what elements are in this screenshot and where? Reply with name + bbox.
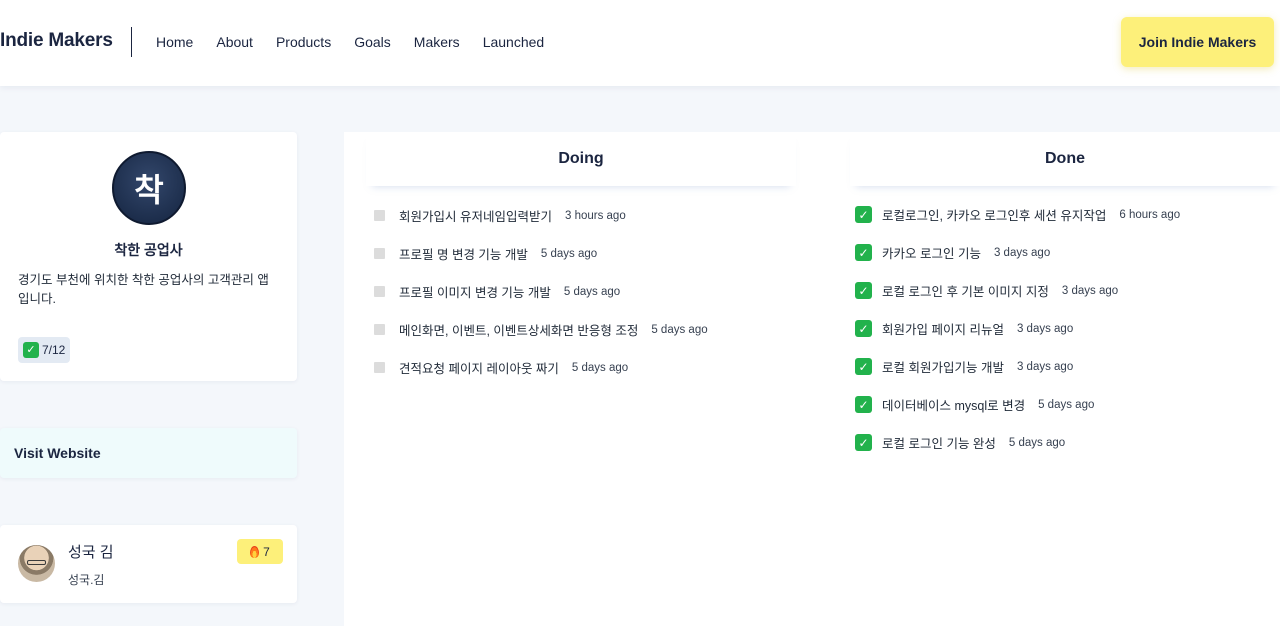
done-column-header: Done [850,132,1280,186]
product-description: 경기도 부천에 위치한 착한 공업사의 고객관리 앱입니다. [18,273,269,306]
doing-column-header: Doing [366,132,796,186]
visit-website-button[interactable]: Visit Website [0,428,297,478]
task-text: 로컬 로그인 기능 완성 [882,437,996,451]
done-task[interactable]: ✓ 회원가입 페이지 리뉴얼 3 days ago [855,319,1073,338]
streak-count: 7 [263,544,270,559]
brand-divider [131,27,132,57]
task-text: 프로필 이미지 변경 기능 개발 [399,286,551,300]
nav-home[interactable]: Home [156,34,193,50]
nav-goals[interactable]: Goals [354,34,391,50]
brand-logo[interactable]: Indie Makers [0,30,113,52]
task-time: 3 days ago [993,246,1051,259]
fire-icon [250,545,260,558]
progress-badge: ✓ 7/12 [18,337,71,363]
nav-about[interactable]: About [216,34,253,50]
progress-count: 7/12 [42,343,66,357]
tasks-panel: Doing Done 회원가입시 유저네임입력받기 3 hours ago 프로… [344,132,1280,626]
main-nav: Home About Products Goals Makers Launche… [156,34,567,50]
check-icon: ✓ [855,358,872,375]
task-text: 회원가입 페이지 리뉴얼 [882,323,1004,337]
task-time: 5 days ago [1008,436,1066,449]
unchecked-box-icon [374,286,385,297]
unchecked-box-icon [374,362,385,373]
task-text: 프로필 명 변경 기능 개발 [399,248,528,262]
done-column-footer [850,606,1280,610]
done-task[interactable]: ✓ 로컬 로그인 후 기본 이미지 지정 3 days ago [855,281,1118,300]
check-icon: ✓ [855,396,872,413]
maker-handle: 성국.김 [68,573,105,587]
task-text: 로컬 로그인 후 기본 이미지 지정 [882,285,1049,299]
done-task[interactable]: ✓ 로컬로그인, 카카오 로그인후 세션 유지작업 6 hours ago [855,205,1180,224]
nav-makers[interactable]: Makers [414,34,460,50]
task-time: 5 days ago [1038,398,1095,411]
task-time: 3 hours ago [564,209,626,222]
done-task[interactable]: ✓ 로컬 로그인 기능 완성 5 days ago [855,433,1065,452]
task-time: 5 days ago [540,247,598,260]
top-navbar: Indie Makers Home About Products Goals M… [0,0,1280,86]
nav-products[interactable]: Products [276,34,331,50]
doing-task[interactable]: 프로필 명 변경 기능 개발 5 days ago [374,244,597,263]
done-task[interactable]: ✓ 로컬 회원가입기능 개발 3 days ago [855,357,1073,376]
task-text: 메인화면, 이벤트, 이벤트상세화면 반응형 조정 [399,324,639,338]
maker-card[interactable]: 성국 김 성국.김 7 [0,525,297,603]
doing-task[interactable]: 회원가입시 유저네임입력받기 3 hours ago [374,206,626,225]
doing-task[interactable]: 프로필 이미지 변경 기능 개발 5 days ago [374,282,620,301]
check-icon: ✓ [855,320,872,337]
task-text: 회원가입시 유저네임입력받기 [399,210,552,224]
done-task[interactable]: ✓ 데이터베이스 mysql로 변경 5 days ago [855,395,1094,414]
task-text: 견적요청 페이지 레이아웃 짜기 [399,362,559,376]
task-time: 3 days ago [1061,284,1119,297]
check-icon: ✓ [23,342,39,358]
maker-name[interactable]: 성국 김 [68,541,114,562]
task-text: 데이터베이스 mysql로 변경 [882,399,1026,413]
maker-avatar[interactable] [18,545,55,582]
check-icon: ✓ [855,244,872,261]
task-text: 카카오 로그인 기능 [882,247,981,261]
doing-task[interactable]: 견적요청 페이지 레이아웃 짜기 5 days ago [374,358,628,377]
check-icon: ✓ [855,282,872,299]
visit-website-label: Visit Website [14,445,101,461]
doing-task[interactable]: 메인화면, 이벤트, 이벤트상세화면 반응형 조정 5 days ago [374,320,708,339]
task-time: 3 days ago [1016,322,1074,335]
avatar-glasses-icon [27,560,46,565]
streak-badge: 7 [237,539,283,564]
join-button[interactable]: Join Indie Makers [1121,17,1274,67]
task-text: 로컬로그인, 카카오 로그인후 세션 유지작업 [882,209,1107,223]
doing-column-footer [366,606,796,610]
check-icon: ✓ [855,206,872,223]
unchecked-box-icon [374,324,385,335]
product-name: 착한 공업사 [114,242,183,258]
product-card: 착 착한 공업사 경기도 부천에 위치한 착한 공업사의 고객관리 앱입니다. … [0,132,297,381]
product-logo: 착 [112,151,186,225]
task-time: 5 days ago [651,323,708,336]
unchecked-box-icon [374,210,385,221]
done-task[interactable]: ✓ 카카오 로그인 기능 3 days ago [855,243,1050,262]
check-icon: ✓ [855,434,872,451]
task-time: 5 days ago [563,285,621,298]
task-time: 5 days ago [571,361,629,374]
nav-launched[interactable]: Launched [483,34,545,50]
task-time: 3 days ago [1016,360,1074,373]
task-text: 로컬 회원가입기능 개발 [882,361,1004,375]
unchecked-box-icon [374,248,385,259]
task-time: 6 hours ago [1119,208,1181,221]
